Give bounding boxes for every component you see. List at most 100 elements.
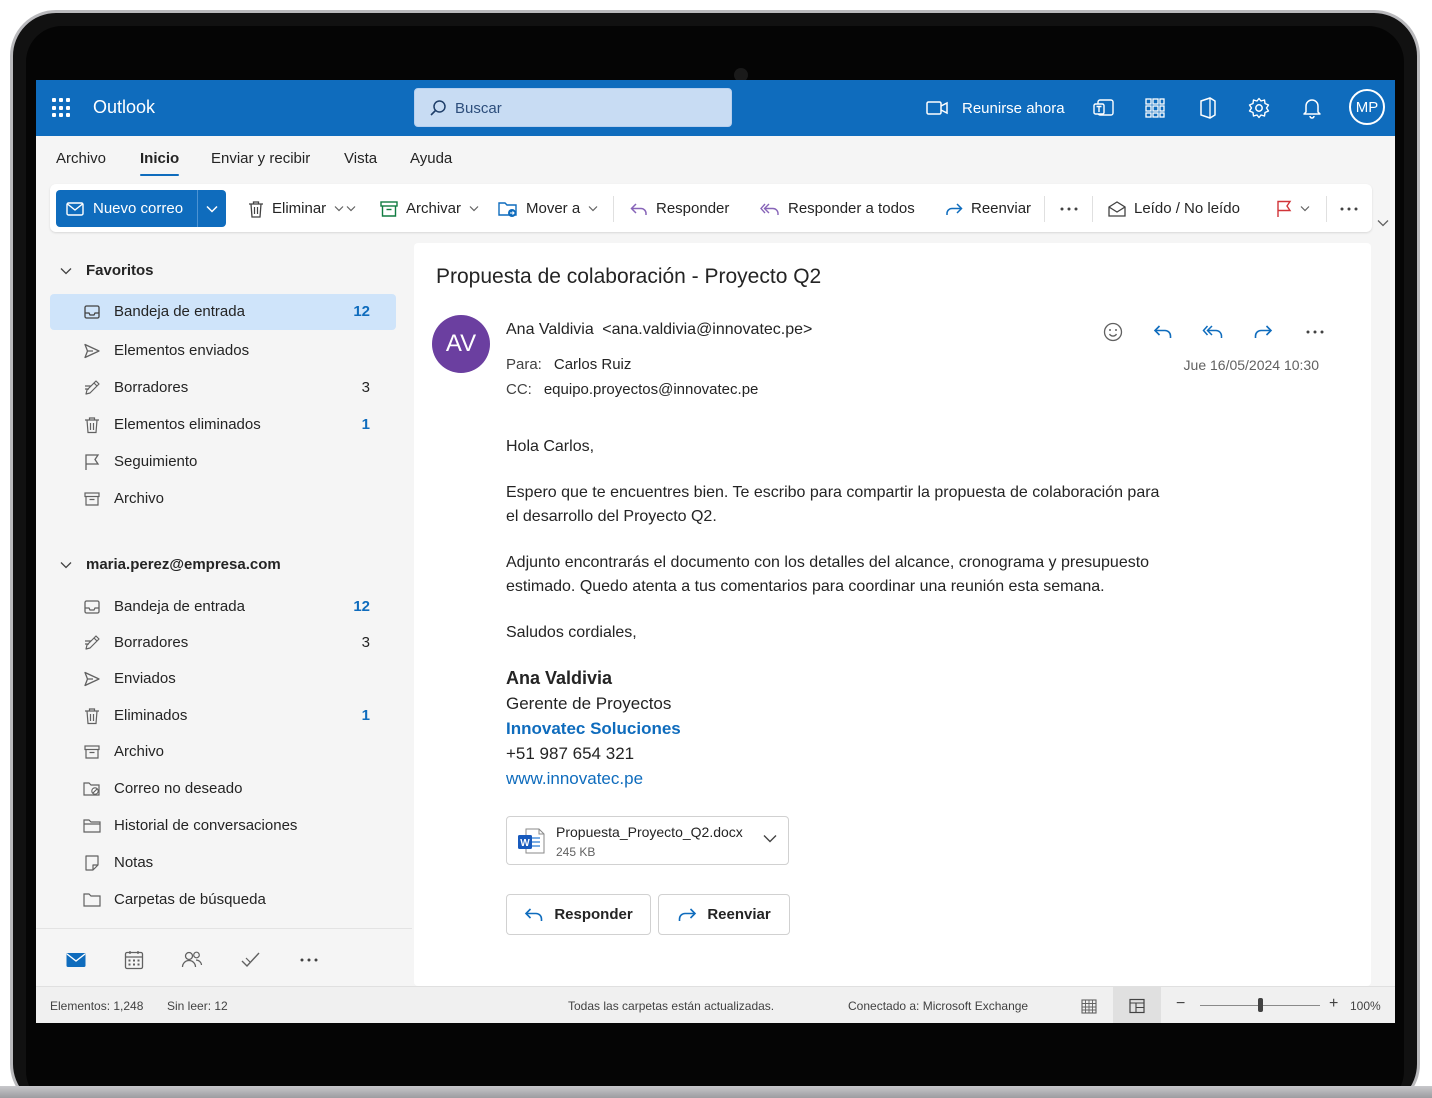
sender-name: Ana Valdivia — [506, 321, 594, 338]
new-mail-dropdown[interactable] — [197, 190, 226, 227]
folder-search-folders[interactable]: Carpetas de búsqueda — [50, 882, 396, 918]
folder-deleted[interactable]: Eliminados 1 — [50, 698, 396, 734]
reply-all-button[interactable]: Responder a todos — [760, 190, 915, 227]
mail-icon[interactable] — [65, 949, 87, 971]
zoom-slider-thumb[interactable] — [1257, 998, 1263, 1012]
folder-count: 3 — [361, 634, 370, 651]
tab-vista[interactable]: Vista — [344, 150, 377, 167]
cc-label: CC: — [506, 381, 532, 398]
calendar-icon[interactable] — [123, 949, 145, 971]
search-folder-icon — [83, 893, 101, 907]
reply-all-icon[interactable] — [1200, 319, 1226, 345]
unread-count: 12 — [353, 598, 370, 615]
tab-ayuda[interactable]: Ayuda — [410, 150, 452, 167]
folder-fav-sent[interactable]: Elementos enviados — [50, 333, 396, 369]
bell-icon[interactable] — [1300, 96, 1324, 120]
new-mail-button[interactable]: Nuevo correo — [56, 190, 197, 227]
folder-label: Seguimiento — [114, 453, 198, 470]
folder-label: Notas — [114, 854, 154, 871]
account-header[interactable]: maria.perez@empresa.com — [60, 556, 281, 573]
user-avatar[interactable]: MP — [1349, 89, 1385, 125]
reply-all-icon — [760, 203, 779, 215]
unread-count: 1 — [361, 416, 370, 433]
forward-button-bottom[interactable]: Reenviar — [658, 894, 790, 935]
reply-button[interactable]: Responder — [630, 190, 729, 227]
emoji-react-icon[interactable] — [1100, 319, 1126, 345]
folder-sent[interactable]: Enviados — [50, 661, 396, 697]
sender-avatar[interactable]: AV — [432, 315, 490, 373]
new-mail-label: Nuevo correo — [93, 200, 184, 217]
normal-view-icon[interactable] — [1065, 987, 1113, 1023]
search-input[interactable] — [455, 97, 715, 119]
folder-fav-drafts[interactable]: Borradores 3 — [50, 370, 396, 406]
folder-notes[interactable]: Notas — [50, 845, 396, 881]
items-count: Elementos: 1,248 — [50, 999, 144, 1013]
meet-now-button[interactable]: Reunirse ahora — [926, 96, 1065, 120]
message-more-icon[interactable] — [1302, 319, 1328, 345]
zoom-in-icon[interactable]: + — [1329, 995, 1338, 1013]
zoom-slider[interactable] — [1200, 998, 1320, 1012]
chevron-down-icon[interactable] — [763, 834, 777, 843]
account-email: maria.perez@empresa.com — [86, 556, 281, 573]
chevron-down-icon[interactable] — [334, 205, 356, 213]
folder-fav-followup[interactable]: Seguimiento — [50, 444, 396, 480]
reply-icon[interactable] — [1150, 319, 1176, 345]
more-options-icon[interactable] — [1060, 190, 1078, 227]
ribbon-expand-chevron-icon[interactable] — [1377, 214, 1389, 232]
more-apps-icon[interactable] — [298, 949, 320, 971]
attachment-card[interactable]: W Propuesta_Proyecto_Q2.docx 245 KB — [506, 816, 789, 865]
folder-inbox[interactable]: Bandeja de entrada 12 — [50, 589, 396, 625]
folder-junk[interactable]: Correo no deseado — [50, 771, 396, 807]
reply-button-bottom[interactable]: Responder — [506, 894, 651, 935]
tab-enviar-y-recibir[interactable]: Enviar y recibir — [211, 150, 310, 167]
svg-text:W: W — [520, 838, 530, 849]
folder-label: Archivo — [114, 490, 165, 507]
chevron-down-icon[interactable] — [1300, 205, 1310, 213]
tab-archivo[interactable]: Archivo — [56, 150, 106, 167]
tab-inicio[interactable]: Inicio — [140, 150, 180, 176]
inbox-icon — [84, 600, 100, 614]
chevron-down-icon[interactable] — [469, 205, 479, 213]
zoom-out-icon[interactable]: − — [1176, 995, 1185, 1013]
forward-button[interactable]: Reenviar — [945, 190, 1031, 227]
folder-label: Bandeja de entrada — [114, 598, 245, 615]
forward-icon — [679, 907, 697, 921]
flag-button[interactable] — [1276, 190, 1310, 227]
archive-button[interactable]: Archivar — [380, 190, 479, 227]
folder-fav-deleted[interactable]: Elementos eliminados 1 — [50, 407, 396, 443]
apps-grid-icon[interactable] — [1143, 96, 1167, 120]
video-camera-icon — [926, 101, 948, 115]
favorites-header[interactable]: Favoritos — [60, 262, 154, 279]
chevron-down-icon — [60, 267, 72, 274]
to-recipient[interactable]: Carlos Ruiz — [554, 356, 632, 373]
forward-icon[interactable] — [1250, 319, 1276, 345]
folder-archive[interactable]: Archivo — [50, 734, 396, 770]
reading-view-icon[interactable] — [1113, 987, 1161, 1023]
office-icon[interactable] — [1195, 96, 1219, 120]
folder-drafts[interactable]: Borradores 3 — [50, 625, 396, 661]
teams-icon[interactable] — [1092, 96, 1116, 120]
folder-fav-inbox[interactable]: Bandeja de entrada 12 — [50, 294, 396, 330]
people-icon[interactable] — [181, 949, 203, 971]
delete-button[interactable]: Eliminar — [248, 190, 356, 227]
cc-recipient[interactable]: equipo.proyectos@innovatec.pe — [544, 381, 759, 398]
cc-line: CC: equipo.proyectos@innovatec.pe — [506, 381, 758, 398]
folder-label: Elementos enviados — [114, 342, 250, 359]
envelope-open-icon — [1108, 200, 1126, 217]
folder-conversation-history[interactable]: Historial de conversaciones — [50, 808, 396, 844]
signature-website-link[interactable]: www.innovatec.pe — [506, 766, 1226, 791]
settings-gear-icon[interactable] — [1247, 96, 1271, 120]
folder-fav-archive[interactable]: Archivo — [50, 481, 396, 517]
signature-phone: +51 987 654 321 — [506, 744, 635, 763]
new-mail-button-group: Nuevo correo — [56, 190, 226, 227]
ribbon-divider — [1044, 196, 1045, 222]
sender-line[interactable]: Ana Valdivia <ana.valdivia@innovatec.pe> — [506, 321, 812, 339]
search-box[interactable] — [414, 88, 732, 127]
tasks-icon[interactable] — [240, 949, 262, 971]
ribbon-more-icon[interactable] — [1340, 190, 1358, 227]
chevron-down-icon[interactable] — [588, 205, 598, 213]
read-unread-button[interactable]: Leído / No leído — [1108, 190, 1240, 227]
app-launcher-icon[interactable] — [52, 98, 72, 118]
move-to-button[interactable]: Mover a — [498, 190, 598, 227]
trash-icon — [85, 708, 99, 725]
